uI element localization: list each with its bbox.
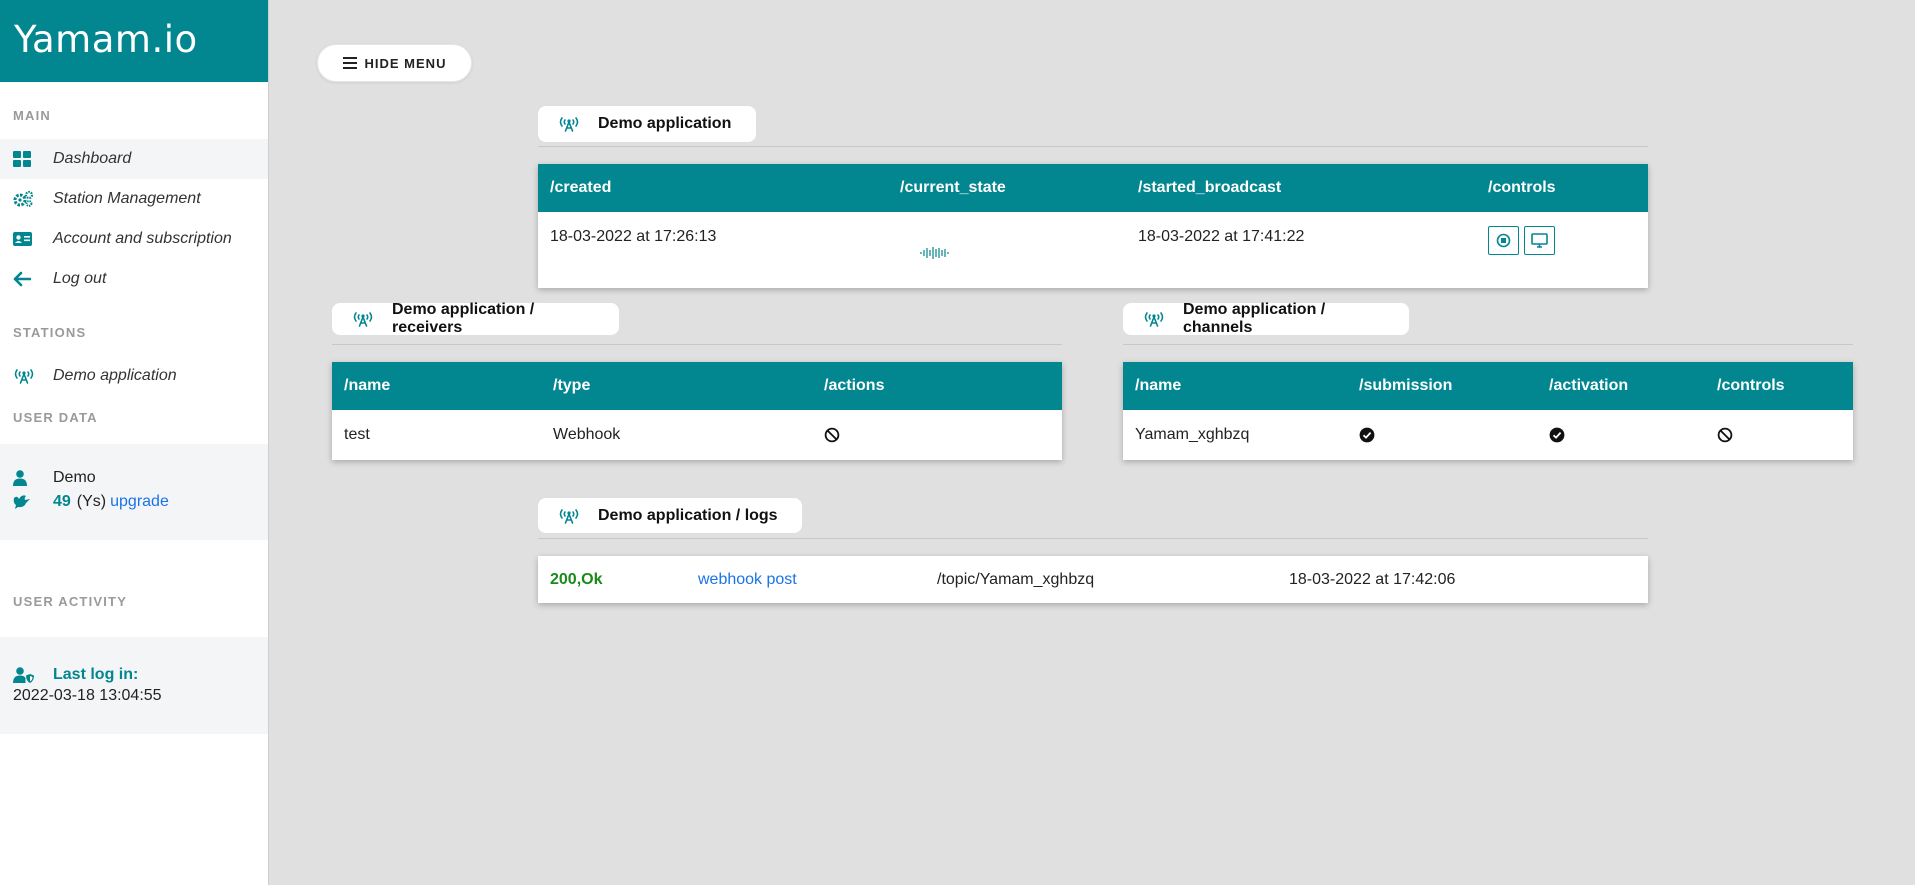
upgrade-link[interactable]: upgrade [110,493,169,511]
desktop-icon [1531,233,1548,248]
table-row: test Webhook [332,410,1062,460]
logs-title-pill: Demo application / logs [538,498,802,533]
sidebar-item-logout[interactable]: Log out [0,259,268,299]
logs-title: Demo application / logs [598,506,778,524]
divider [538,538,1648,539]
header-started-broadcast: /started_broadcast [1138,179,1282,196]
user-name: Demo [53,469,96,486]
sidebar-item-label: Station Management [53,190,201,207]
table-row: 18-03-2022 at 17:26:13 18-03-2022 at 17:… [538,212,1648,288]
dove-icon [13,494,53,510]
section-title-main: MAIN [13,108,52,123]
user-credits: 49 [53,493,71,510]
header-name: /name [344,377,391,394]
header-name: /name [1135,377,1182,394]
user-activity-panel: Last log in: 2022-03-18 13:04:55 [0,637,268,734]
header-activation: /activation [1549,377,1629,394]
broadcast-tower-icon [1143,311,1165,327]
arrow-left-icon [13,271,53,287]
header-type: /type [553,377,591,394]
sidebar-item-demo-application[interactable]: Demo application [0,356,268,396]
broadcast-tower-icon [558,508,580,524]
header-current-state: /current_state [900,179,1006,196]
monitor-button[interactable] [1524,226,1555,255]
app-title-pill: Demo application [538,106,756,142]
section-title-stations: STATIONS [13,325,87,340]
started-broadcast-value: 18-03-2022 at 17:41:22 [1138,228,1305,245]
app-table: /created /current_state /started_broadca… [538,164,1648,288]
header-created: /created [550,179,612,196]
header-controls: /controls [1488,179,1556,196]
stop-broadcast-button[interactable] [1488,226,1519,255]
header-submission: /submission [1359,377,1453,394]
check-circle-icon[interactable] [1359,427,1375,443]
hamburger-icon [342,57,357,69]
sidebar: Yamam.io MAIN Dashboard Station Manageme… [0,0,269,885]
table-header: /name /submission /activation /controls [1123,362,1853,410]
table-header: /created /current_state /started_broadca… [538,164,1648,212]
gears-icon [13,191,53,207]
hide-menu-label: HIDE MENU [364,55,447,71]
brand-logo[interactable]: Yamam.io [0,0,268,82]
log-time: 18-03-2022 at 17:42:06 [1289,571,1456,588]
receivers-title: Demo application / receivers [392,301,535,336]
id-card-icon [13,232,53,246]
check-circle-icon[interactable] [1549,427,1565,443]
header-controls: /controls [1717,377,1785,394]
receivers-table: /name /type /actions test Webhook [332,362,1062,460]
log-topic: /topic/Yamam_xghbzq [937,571,1095,588]
section-title-user-activity: USER ACTIVITY [13,594,128,609]
user-shield-icon [13,667,53,683]
sidebar-item-label: Dashboard [53,150,132,167]
divider [1123,344,1853,345]
last-login-row: Last log in: [0,663,268,687]
sidebar-item-label: Log out [53,270,107,287]
divider [538,146,1648,147]
logs-table: 200,Ok webhook post /topic/Yamam_xghbzq … [538,556,1648,603]
channels-title-pill: Demo application / channels [1123,301,1409,336]
dashboard-icon [13,151,53,167]
receiver-name: test [344,426,370,443]
log-event-link[interactable]: webhook post [698,571,797,589]
receivers-title-pill: Demo application / receivers [332,301,619,336]
last-login-value: 2022-03-18 13:04:55 [13,687,162,704]
user-credits-unit: (Ys) [76,493,107,510]
table-row: Yamam_xghbzq [1123,410,1853,460]
ban-icon[interactable] [824,427,840,443]
broadcast-tower-icon [352,311,374,327]
user-data-panel: Demo 49 (Ys) upgrade [0,444,268,540]
user-credits-row: 49 (Ys) upgrade [0,490,268,514]
table-header: /name /type /actions [332,362,1062,410]
channels-title: Demo application / channels [1183,301,1326,336]
divider [332,344,1062,345]
user-name-row: Demo [0,466,268,490]
hide-menu-button[interactable]: HIDE MENU [317,44,472,82]
sidebar-item-station-management[interactable]: Station Management [0,179,268,219]
broadcast-tower-icon [558,116,580,132]
receiver-type: Webhook [553,426,621,443]
ban-icon[interactable] [1717,427,1733,443]
sidebar-item-dashboard[interactable]: Dashboard [0,139,268,179]
last-login-label: Last log in: [53,666,139,683]
app-title: Demo application [598,115,732,132]
section-title-user-data: USER DATA [13,410,98,425]
user-icon [13,470,53,486]
log-status: 200,Ok [550,571,603,588]
log-row: 200,Ok webhook post /topic/Yamam_xghbzq … [538,556,1648,603]
channel-name: Yamam_xghbzq [1135,426,1250,443]
broadcast-tower-icon [13,368,53,384]
sidebar-item-label: Account and subscription [53,230,232,247]
created-value: 18-03-2022 at 17:26:13 [550,228,717,245]
stop-circle-icon [1496,233,1511,248]
sidebar-item-account[interactable]: Account and subscription [0,219,268,259]
sidebar-item-label: Demo application [53,367,177,384]
header-actions: /actions [824,377,885,394]
waveform-icon [920,246,950,264]
channels-table: /name /submission /activation /controls … [1123,362,1853,460]
